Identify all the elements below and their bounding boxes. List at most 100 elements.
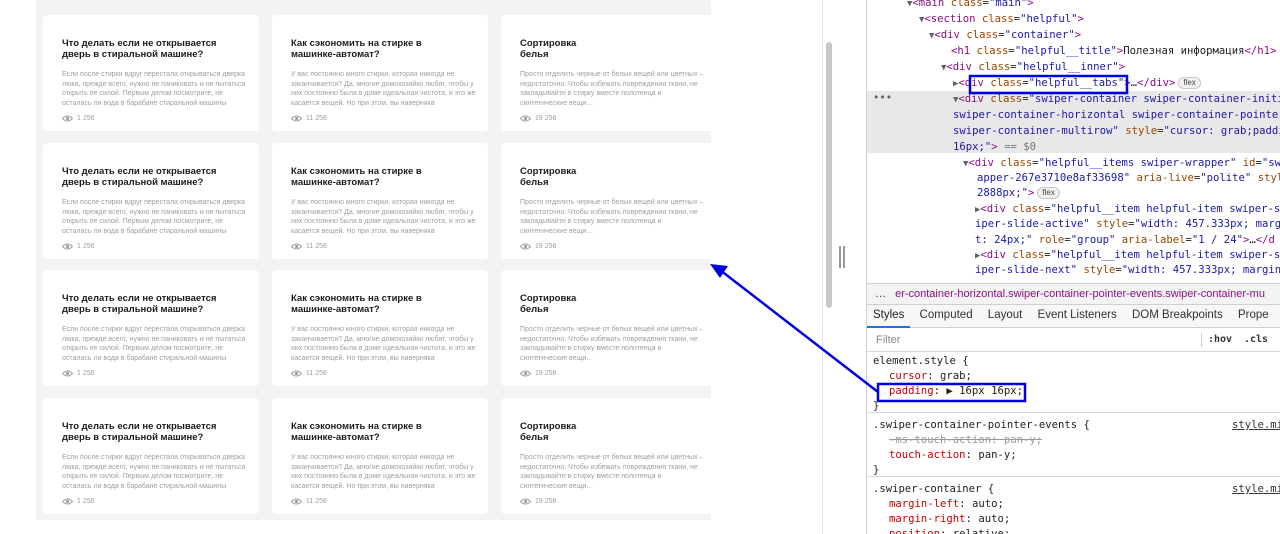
tab-computed[interactable]: Computed [914, 305, 979, 326]
tab-layout[interactable]: Layout [982, 305, 1029, 326]
eye-icon [520, 370, 531, 377]
rule-source-link[interactable]: style.mi [1232, 418, 1280, 434]
card-excerpt: У вас постоянно много стирки, которая ни… [291, 454, 476, 490]
eye-icon [520, 243, 531, 250]
article-card[interactable]: Как сэкономить на стирке в машинке-автом… [272, 398, 488, 514]
card-title[interactable]: Как сэкономить на стирке в машинке-автом… [291, 166, 479, 194]
style-declaration[interactable]: touch-action: pan-y; [889, 448, 1017, 464]
style-declaration[interactable]: padding: ▶ 16px 16px; [889, 384, 1023, 400]
card-title[interactable]: Как сэкономить на стирке в машинке-автом… [291, 421, 479, 449]
tab-styles[interactable]: Styles [867, 305, 911, 328]
card-excerpt: Просто отделить черные от белых вещей ил… [520, 71, 704, 107]
page-scrollbar[interactable] [826, 42, 832, 308]
style-declaration[interactable]: position: relative; [889, 527, 1010, 534]
style-declaration[interactable]: cursor: grab; [889, 369, 972, 385]
rule-selector[interactable]: .swiper-container { [873, 482, 994, 498]
style-value[interactable]: ▶ 16px 16px; [946, 385, 1023, 397]
dom-node-line[interactable]: iper-slide-next" style="width: 457.333px… [975, 263, 1280, 279]
card-views: 19 256 [520, 370, 556, 377]
style-value[interactable]: auto; [978, 513, 1010, 525]
article-card[interactable]: Как сэкономить на стирке в машинке-автом… [272, 270, 488, 386]
card-title[interactable]: Что делать если не открывается дверь в с… [62, 166, 250, 194]
dom-node-line[interactable]: swiper-container-multirow" style="cursor… [953, 124, 1280, 140]
dom-node-line[interactable]: apper-267e3710e8af33698" aria-live="poli… [977, 171, 1280, 187]
style-property[interactable]: margin-left [889, 498, 959, 510]
styles-filter-bar: Filter :hov .cls [867, 329, 1280, 352]
article-card[interactable]: Сортировка белья Просто отделить черные о… [501, 15, 717, 131]
style-property[interactable]: touch-action [889, 449, 966, 461]
style-property[interactable]: margin-right [889, 513, 966, 525]
tab-properties[interactable]: Prope [1232, 305, 1275, 326]
rule-source-link[interactable]: style.mi [1232, 482, 1280, 498]
style-value[interactable]: pan-y; [978, 449, 1016, 461]
card-title[interactable]: Сортировка белья [520, 293, 708, 321]
article-card[interactable]: Сортировка белья Просто отделить черные о… [501, 143, 717, 259]
hov-button[interactable]: :hov [1208, 329, 1232, 351]
card-views: 1 256 [62, 243, 95, 250]
card-title[interactable]: Что делать если не открывается дверь в с… [62, 293, 250, 321]
dom-node-line[interactable]: t: 24px;" role="group" aria-label="1 / 2… [975, 233, 1275, 249]
card-views: 1 256 [62, 115, 95, 122]
style-value[interactable]: auto; [972, 498, 1004, 510]
eye-icon [291, 115, 302, 122]
breadcrumb-path[interactable]: er-container-horizontal.swiper-container… [895, 288, 1265, 300]
style-value[interactable]: relative; [953, 528, 1010, 534]
card-views: 11 256 [291, 115, 327, 122]
dom-node-line[interactable]: <h1 class="helpful__title">Полезная инфо… [951, 44, 1276, 60]
article-card[interactable]: Как сэкономить на стирке в машинке-автом… [272, 15, 488, 131]
article-card[interactable]: Что делать если не открывается дверь в с… [43, 270, 259, 386]
style-property[interactable]: -ms-touch-action [889, 434, 991, 446]
rule-divider [867, 476, 1280, 477]
dom-node-line[interactable]: iper-slide-active" style="width: 457.333… [975, 217, 1280, 233]
cls-button[interactable]: .cls [1244, 329, 1268, 351]
style-property[interactable]: position [889, 528, 940, 534]
node-more-icon[interactable]: ••• [873, 91, 892, 107]
card-title[interactable]: Как сэкономить на стирке в машинке-автом… [291, 38, 479, 66]
dom-node-line[interactable]: ▼<div class="helpful__inner"> [941, 60, 1125, 77]
breadcrumb[interactable]: … er-container-horizontal.swiper-contain… [867, 283, 1280, 305]
dom-node-line[interactable]: ▼<main class="main"> [907, 0, 1034, 13]
filter-input[interactable]: Filter [876, 329, 900, 351]
card-title[interactable]: Сортировка белья [520, 421, 708, 449]
article-card[interactable]: Сортировка белья Просто отделить черные о… [501, 398, 717, 514]
dom-node-line[interactable]: ▼<div class="container"> [929, 28, 1081, 45]
card-title[interactable]: Сортировка белья [520, 166, 708, 194]
dom-node-line[interactable]: swiper-container-horizontal swiper-conta… [953, 108, 1280, 124]
style-declaration[interactable]: margin-right: auto; [889, 512, 1010, 528]
dom-node-line[interactable]: 16px;"> == $0 [953, 140, 1036, 156]
card-title[interactable]: Сортировка белья [520, 38, 708, 66]
card-title[interactable]: Что делать если не открывается дверь в с… [62, 38, 250, 66]
tab-event-listeners[interactable]: Event Listeners [1032, 305, 1123, 326]
dom-node-line[interactable]: 2888px;"> flex [977, 186, 1060, 202]
dom-node-line[interactable]: ▼<div class="swiper-container swiper-con… [953, 92, 1280, 109]
eye-icon [520, 115, 531, 122]
card-title[interactable]: Что делать если не открывается дверь в с… [62, 421, 250, 449]
style-property[interactable]: cursor [889, 370, 927, 382]
rule-selector[interactable]: .swiper-container-pointer-events { [873, 418, 1090, 434]
article-card[interactable]: Что делать если не открывается дверь в с… [43, 143, 259, 259]
panel-resize-handle[interactable] [839, 246, 845, 268]
card-title[interactable]: Как сэкономить на стирке в машинке-автом… [291, 293, 479, 321]
card-views: 1 256 [62, 498, 95, 505]
style-value[interactable]: pan-y; [1004, 434, 1042, 446]
card-excerpt: Если после стирки вдруг перестала открыв… [62, 326, 246, 362]
article-card[interactable]: Что делать если не открывается дверь в с… [43, 398, 259, 514]
article-card[interactable]: Что делать если не открывается дверь в с… [43, 15, 259, 131]
style-value[interactable]: grab; [940, 370, 972, 382]
filter-divider [1201, 333, 1202, 347]
eye-icon [291, 243, 302, 250]
article-card[interactable]: Сортировка белья Просто отделить черные о… [501, 270, 717, 386]
article-card[interactable]: Как сэкономить на стирке в машинке-автом… [272, 143, 488, 259]
style-declaration[interactable]: -ms-touch-action: pan-y; [889, 433, 1042, 449]
style-declaration[interactable]: margin-left: auto; [889, 497, 1004, 513]
card-views-count: 19 256 [535, 115, 557, 122]
rule-selector[interactable]: element.style { [873, 354, 969, 370]
card-views-count: 19 256 [535, 370, 557, 377]
tab-dom-breakpoints[interactable]: DOM Breakpoints [1126, 305, 1229, 326]
style-property[interactable]: padding [889, 385, 934, 397]
dom-node-line[interactable]: ▼<section class="helpful"> [919, 12, 1084, 29]
styles-tabs: Styles Computed Layout Event Listeners D… [867, 305, 1280, 328]
card-views-count: 19 256 [535, 498, 557, 505]
dom-node-line[interactable]: ▶<div class="helpful__tabs">…</div> flex [953, 76, 1201, 93]
card-excerpt: У вас постоянно много стирки, которая ни… [291, 326, 476, 362]
